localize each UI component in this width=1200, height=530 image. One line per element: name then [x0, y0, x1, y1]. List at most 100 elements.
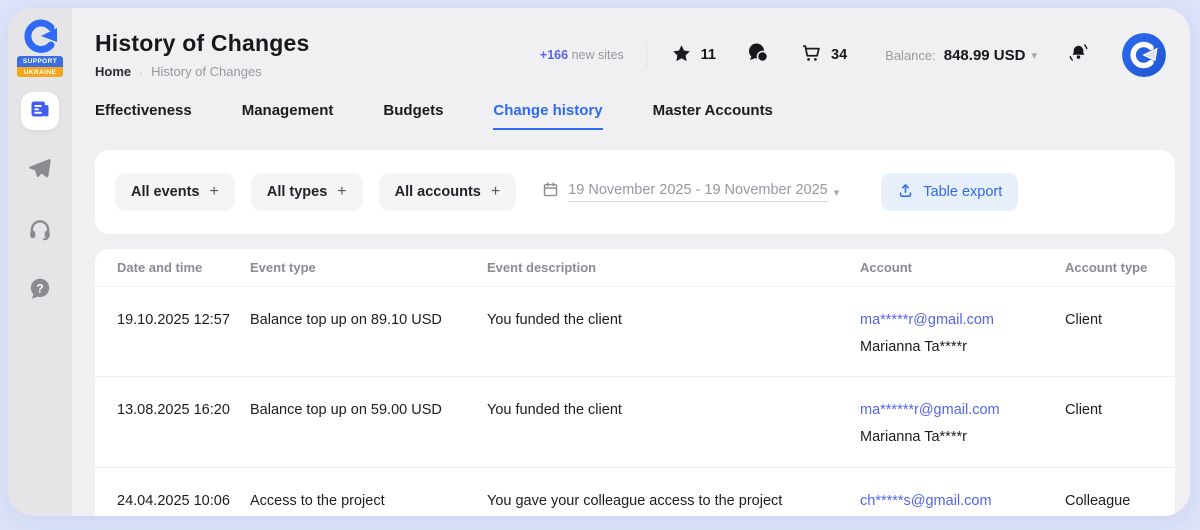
cell-account-type: Client	[1065, 308, 1155, 359]
balance-dropdown[interactable]: Balance: 848.99 USD ▾	[885, 47, 1037, 64]
event-text: Balance top up on 59.00 USD	[250, 402, 442, 418]
chevron-down-icon: ▾	[834, 186, 840, 199]
topbar: History of Changes Home · History of Cha…	[72, 8, 1190, 79]
tab-management[interactable]: Management	[242, 102, 334, 130]
messages-button[interactable]	[746, 41, 770, 70]
event-text: Balance top up on 89.10 USD	[250, 312, 442, 328]
filter-panel: All events + All types + All accounts +	[95, 150, 1175, 234]
new-sites-indicator[interactable]: +166 new sites	[540, 48, 624, 62]
balance-label: Balance:	[885, 48, 936, 63]
plus-icon: +	[337, 183, 346, 201]
breadcrumb: Home · History of Changes	[95, 64, 309, 79]
breadcrumb-home-link[interactable]: Home	[95, 64, 131, 79]
cell-event-type: Balance top up on 59.00 USD	[250, 398, 487, 449]
event-text: Access to the project	[250, 493, 385, 509]
filter-all-events-label: All events	[131, 184, 200, 200]
badge-support-label: SUPPORT	[17, 56, 63, 67]
account-email-link[interactable]: ma******r@gmail.com	[860, 402, 1000, 418]
filter-all-types[interactable]: All types +	[251, 173, 363, 211]
column-header-account-type: Account type	[1065, 260, 1155, 275]
cell-description: You funded the client	[487, 398, 860, 449]
account-email-link[interactable]: ch*****s@gmail.com	[860, 493, 992, 509]
column-header-event-type: Event type	[250, 260, 487, 275]
sidebar-item-support[interactable]	[21, 212, 59, 250]
star-icon	[671, 43, 692, 68]
cell-datetime: 13.08.2025 16:20	[117, 398, 250, 449]
balance-value: 848.99 USD	[944, 47, 1026, 64]
plus-icon: +	[491, 183, 500, 201]
topbar-divider	[646, 42, 647, 68]
history-table: Date and time Event type Event descripti…	[95, 249, 1175, 516]
cell-description: You gave your colleague access to the pr…	[487, 489, 860, 516]
sidebar-item-history[interactable]	[21, 92, 59, 130]
topbar-right: +166 new sites 11	[540, 33, 1166, 77]
favorites-count: 11	[701, 47, 716, 63]
filter-all-accounts-label: All accounts	[395, 184, 481, 200]
account-name: Marianna Ta****r	[860, 335, 1065, 360]
new-sites-count: +166	[540, 48, 568, 62]
chevron-down-icon: ▾	[1031, 49, 1037, 62]
date-range-value: 19 November 2025 - 19 November 2025	[568, 182, 828, 202]
chat-bubble-icon	[746, 41, 770, 70]
table-export-button[interactable]: Table export	[881, 173, 1018, 211]
main-content: History of Changes Home · History of Cha…	[72, 8, 1190, 516]
filter-all-events[interactable]: All events +	[115, 173, 235, 211]
avatar[interactable]	[1122, 33, 1166, 77]
breadcrumb-separator: ·	[139, 65, 143, 79]
cell-event-type: Access to the project Collaborator.pl ha…	[250, 489, 487, 516]
plus-icon: +	[210, 183, 219, 201]
filter-all-accounts[interactable]: All accounts +	[379, 173, 517, 211]
cart-icon	[800, 42, 822, 68]
title-block: History of Changes Home · History of Cha…	[95, 30, 309, 79]
tab-bar: Effectiveness Management Budgets Change …	[72, 102, 1190, 130]
bell-icon	[1067, 41, 1090, 69]
badge-ukraine-label: UKRAINE	[17, 67, 63, 78]
table-header-row: Date and time Event type Event descripti…	[95, 249, 1175, 287]
account-name: Ann Ko****s	[860, 515, 1065, 516]
cell-account: ch*****s@gmail.com Ann Ko****s	[860, 489, 1065, 516]
cell-account: ma*****r@gmail.com Marianna Ta****r	[860, 308, 1065, 359]
headphones-icon	[27, 216, 53, 247]
cell-datetime: 19.10.2025 12:57	[117, 308, 250, 359]
tab-budgets[interactable]: Budgets	[383, 102, 443, 130]
tab-master-accounts[interactable]: Master Accounts	[653, 102, 773, 130]
question-bubble-icon: ?	[27, 276, 53, 307]
newspaper-icon	[28, 97, 52, 126]
svg-text:?: ?	[36, 281, 43, 295]
collaborator-logo[interactable]: SUPPORT UKRAINE	[17, 18, 63, 77]
cart-counter[interactable]: 34	[800, 42, 847, 68]
paper-plane-icon	[27, 156, 53, 187]
column-header-account: Account	[860, 260, 1065, 275]
page-title: History of Changes	[95, 30, 309, 57]
table-row: 13.08.2025 16:20 Balance top up on 59.00…	[95, 377, 1175, 467]
cell-account: ma******r@gmail.com Marianna Ta****r	[860, 398, 1065, 449]
column-header-event-description: Event description	[487, 260, 860, 275]
sidebar-item-help[interactable]: ?	[21, 272, 59, 310]
account-email-link[interactable]: ma*****r@gmail.com	[860, 312, 994, 328]
filter-all-types-label: All types	[267, 184, 327, 200]
date-range-picker[interactable]: 19 November 2025 - 19 November 2025 ▾	[542, 181, 839, 203]
calendar-icon	[542, 181, 568, 203]
sidebar-item-telegram[interactable]	[21, 152, 59, 190]
collaborator-logo-icon	[21, 18, 59, 54]
cell-datetime: 24.04.2025 10:06	[117, 489, 250, 516]
sidebar-nav: ?	[21, 92, 59, 310]
notifications-button[interactable]	[1067, 41, 1090, 69]
column-header-datetime: Date and time	[117, 260, 250, 275]
upload-icon	[897, 182, 914, 203]
cell-account-type: Client	[1065, 398, 1155, 449]
favorites-counter[interactable]: 11	[671, 43, 716, 68]
app-window: SUPPORT UKRAINE	[8, 8, 1190, 516]
account-name: Marianna Ta****r	[860, 425, 1065, 450]
sidebar: SUPPORT UKRAINE	[8, 8, 72, 516]
table-row: 19.10.2025 12:57 Balance top up on 89.10…	[95, 287, 1175, 377]
support-ukraine-badge: SUPPORT UKRAINE	[17, 56, 63, 77]
cell-account-type: Colleague	[1065, 489, 1155, 516]
tab-change-history[interactable]: Change history	[493, 102, 602, 130]
table-export-label: Table export	[923, 184, 1002, 200]
tab-effectiveness[interactable]: Effectiveness	[95, 102, 192, 130]
cell-description: You funded the client	[487, 308, 860, 359]
new-sites-label: new sites	[572, 48, 624, 62]
cart-count: 34	[831, 47, 847, 63]
cell-event-type: Balance top up on 89.10 USD	[250, 308, 487, 359]
